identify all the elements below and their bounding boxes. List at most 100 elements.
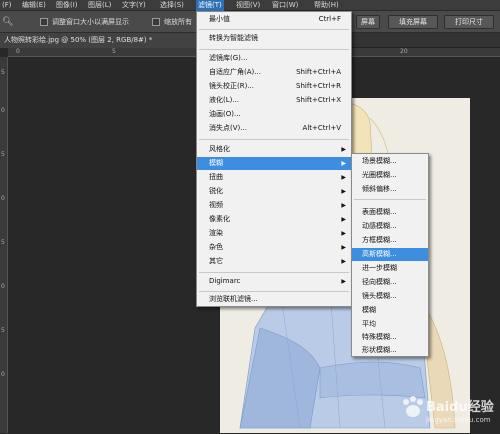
blur-submenu: 场景模糊... 光圈模糊... 倾斜偏移... 表面模糊... 动感模糊... … bbox=[351, 153, 429, 357]
menu-item-label: 杂色 bbox=[209, 243, 223, 251]
menu-item-field-blur[interactable]: 场景模糊... bbox=[352, 155, 428, 168]
menu-item-radial-blur[interactable]: 径向模糊... bbox=[352, 276, 428, 289]
menu-item-label: 动感模糊... bbox=[362, 222, 397, 230]
menu-item-shortcut: Alt+Ctrl+V bbox=[302, 124, 341, 132]
menu-item-label: 自适应广角(A)... bbox=[209, 68, 261, 76]
fill-screen-button[interactable]: 填充屏幕 bbox=[388, 15, 438, 29]
menu-item-motion-blur[interactable]: 动感模糊... bbox=[352, 220, 428, 233]
menu-item-average[interactable]: 平均 bbox=[352, 318, 428, 331]
menu-item-sharpen[interactable]: 锐化 ▶ bbox=[197, 185, 351, 198]
menu-item-shape-blur[interactable]: 形状模糊... bbox=[352, 344, 428, 357]
menu-item-liquify[interactable]: 液化(L)... Shift+Ctrl+X bbox=[197, 94, 351, 107]
menu-item-minimum[interactable]: 最小值 Ctrl+F bbox=[197, 13, 351, 26]
zoom-tool-icon[interactable]: 🔍︎ bbox=[2, 17, 13, 27]
menu-item-shortcut: Shift+Ctrl+A bbox=[296, 68, 341, 76]
menu-item-blur[interactable]: 模糊 bbox=[352, 304, 428, 317]
ruler-tick-label: 5 bbox=[112, 48, 116, 55]
ruler-tick-label: 5 bbox=[1, 239, 5, 246]
menu-item-video[interactable]: 视频 ▶ bbox=[197, 199, 351, 212]
menu-item-label: 场景模糊... bbox=[362, 157, 397, 165]
menu-item-label: 倾斜偏移... bbox=[362, 185, 397, 193]
menu-item-label: 锐化 bbox=[209, 187, 223, 195]
menu-item-label: 特殊模糊... bbox=[362, 333, 397, 341]
menu-item-lens-blur[interactable]: 镜头模糊... bbox=[352, 290, 428, 303]
menu-separator bbox=[199, 291, 349, 292]
submenu-arrow-icon: ▶ bbox=[341, 160, 346, 167]
menu-item-oil-paint[interactable]: 油画(O)... bbox=[197, 108, 351, 121]
submenu-arrow-icon: ▶ bbox=[341, 202, 346, 209]
menu-item-other[interactable]: 其它 ▶ bbox=[197, 255, 351, 268]
menu-item-label: 渲染 bbox=[209, 229, 223, 237]
filter-menu: 最小值 Ctrl+F 转换为智能滤镜 滤镜库(G)... 自适应广角(A)...… bbox=[196, 11, 352, 307]
resize-windows-label: 调整窗口大小以满屏显示 bbox=[52, 18, 129, 26]
menu-filter[interactable]: 滤镜(T) bbox=[196, 0, 224, 11]
menu-separator bbox=[199, 272, 349, 273]
menu-item-label: 镜头校正(R)... bbox=[209, 82, 255, 90]
menu-file[interactable]: (F) bbox=[2, 0, 12, 11]
menu-item-label: 形状模糊... bbox=[362, 346, 397, 354]
submenu-arrow-icon: ▶ bbox=[341, 146, 346, 153]
menu-item-label: 滤镜库(G)... bbox=[209, 54, 248, 62]
resize-windows-checkbox[interactable] bbox=[40, 18, 48, 26]
menu-item-filter-gallery[interactable]: 滤镜库(G)... bbox=[197, 52, 351, 65]
menu-separator bbox=[199, 139, 349, 140]
menu-item-box-blur[interactable]: 方框模糊... bbox=[352, 234, 428, 247]
ruler-tick-label: 20 bbox=[400, 48, 408, 55]
menu-image[interactable]: 图像(I) bbox=[56, 0, 78, 11]
menu-item-label: 其它 bbox=[209, 257, 223, 265]
submenu-arrow-icon: ▶ bbox=[341, 258, 346, 265]
menu-item-label: 径向模糊... bbox=[362, 278, 397, 286]
submenu-arrow-icon: ▶ bbox=[341, 188, 346, 195]
menu-item-label: 液化(L)... bbox=[209, 96, 240, 104]
ruler-tick-label: 0 bbox=[16, 48, 20, 55]
menu-window[interactable]: 窗口(W) bbox=[272, 0, 298, 11]
menu-item-surface-blur[interactable]: 表面模糊... bbox=[352, 206, 428, 219]
menu-edit[interactable]: 编辑(E) bbox=[22, 0, 46, 11]
menu-help[interactable]: 帮助(H) bbox=[314, 0, 339, 11]
menu-item-label: 视频 bbox=[209, 201, 223, 209]
menu-item-label: 镜头模糊... bbox=[362, 292, 397, 300]
baidu-watermark: Baidu经验 jingyan.baidu.com bbox=[392, 392, 498, 432]
menu-item-label: 模糊 bbox=[209, 159, 223, 167]
menu-item-adaptive-wide-angle[interactable]: 自适应广角(A)... Shift+Ctrl+A bbox=[197, 66, 351, 79]
menu-item-distort[interactable]: 扭曲 ▶ bbox=[197, 171, 351, 184]
menu-layer[interactable]: 图层(L) bbox=[88, 0, 111, 11]
menu-item-gaussian-blur[interactable]: 高斯模糊... bbox=[352, 248, 428, 261]
menu-select[interactable]: 选择(S) bbox=[160, 0, 184, 11]
menu-item-label: 浏览联机滤镜... bbox=[209, 295, 258, 303]
menu-item-label: 模糊 bbox=[362, 306, 376, 314]
submenu-arrow-icon: ▶ bbox=[341, 230, 346, 237]
menu-item-digimarc[interactable]: Digimarc ▶ bbox=[197, 275, 351, 288]
menu-type[interactable]: 文字(Y) bbox=[122, 0, 146, 11]
menu-item-iris-blur[interactable]: 光圈模糊... bbox=[352, 169, 428, 182]
menu-item-noise[interactable]: 杂色 ▶ bbox=[197, 241, 351, 254]
zoom-all-checkbox[interactable] bbox=[152, 18, 160, 26]
fit-screen-button[interactable]: 屏幕 bbox=[356, 15, 380, 29]
menu-item-label: 扭曲 bbox=[209, 173, 223, 181]
menu-item-label: 油画(O)... bbox=[209, 110, 241, 118]
menu-item-label: 高斯模糊... bbox=[362, 250, 397, 258]
ruler-tick-label: 5 bbox=[1, 327, 5, 334]
menu-item-stylize[interactable]: 风格化 ▶ bbox=[197, 143, 351, 156]
menu-item-label: 光圈模糊... bbox=[362, 171, 397, 179]
menu-item-smart-filter[interactable]: 转换为智能滤镜 bbox=[197, 32, 351, 45]
submenu-arrow-icon: ▶ bbox=[341, 174, 346, 181]
print-size-button[interactable]: 打印尺寸 bbox=[444, 15, 494, 29]
menu-item-pixelate[interactable]: 像素化 ▶ bbox=[197, 213, 351, 226]
menu-item-shortcut: Ctrl+F bbox=[318, 15, 341, 23]
menu-item-label: 消失点(V)... bbox=[209, 124, 247, 132]
menu-item-label: 像素化 bbox=[209, 215, 230, 223]
menu-item-blur[interactable]: 模糊 ▶ bbox=[197, 157, 351, 170]
menu-item-lens-correction[interactable]: 镜头校正(R)... Shift+Ctrl+R bbox=[197, 80, 351, 93]
menu-item-browse-online-filters[interactable]: 浏览联机滤镜... bbox=[197, 293, 351, 306]
document-tab[interactable]: 人物照转彩绘.jpg @ 50% (图层 2, RGB/8#) * bbox=[0, 33, 200, 48]
menu-item-blur-more[interactable]: 进一步模糊 bbox=[352, 262, 428, 275]
menu-item-vanishing-point[interactable]: 消失点(V)... Alt+Ctrl+V bbox=[197, 122, 351, 135]
menu-item-label: 表面模糊... bbox=[362, 208, 397, 216]
menu-view[interactable]: 视图(V) bbox=[236, 0, 260, 11]
menu-item-render[interactable]: 渲染 ▶ bbox=[197, 227, 351, 240]
ruler-vertical: 5 0 5 0 5 0 5 0 bbox=[0, 57, 8, 433]
menu-item-tilt-shift[interactable]: 倾斜偏移... bbox=[352, 183, 428, 196]
ruler-tick-label: 0 bbox=[1, 107, 5, 114]
menu-item-smart-blur[interactable]: 特殊模糊... bbox=[352, 331, 428, 344]
